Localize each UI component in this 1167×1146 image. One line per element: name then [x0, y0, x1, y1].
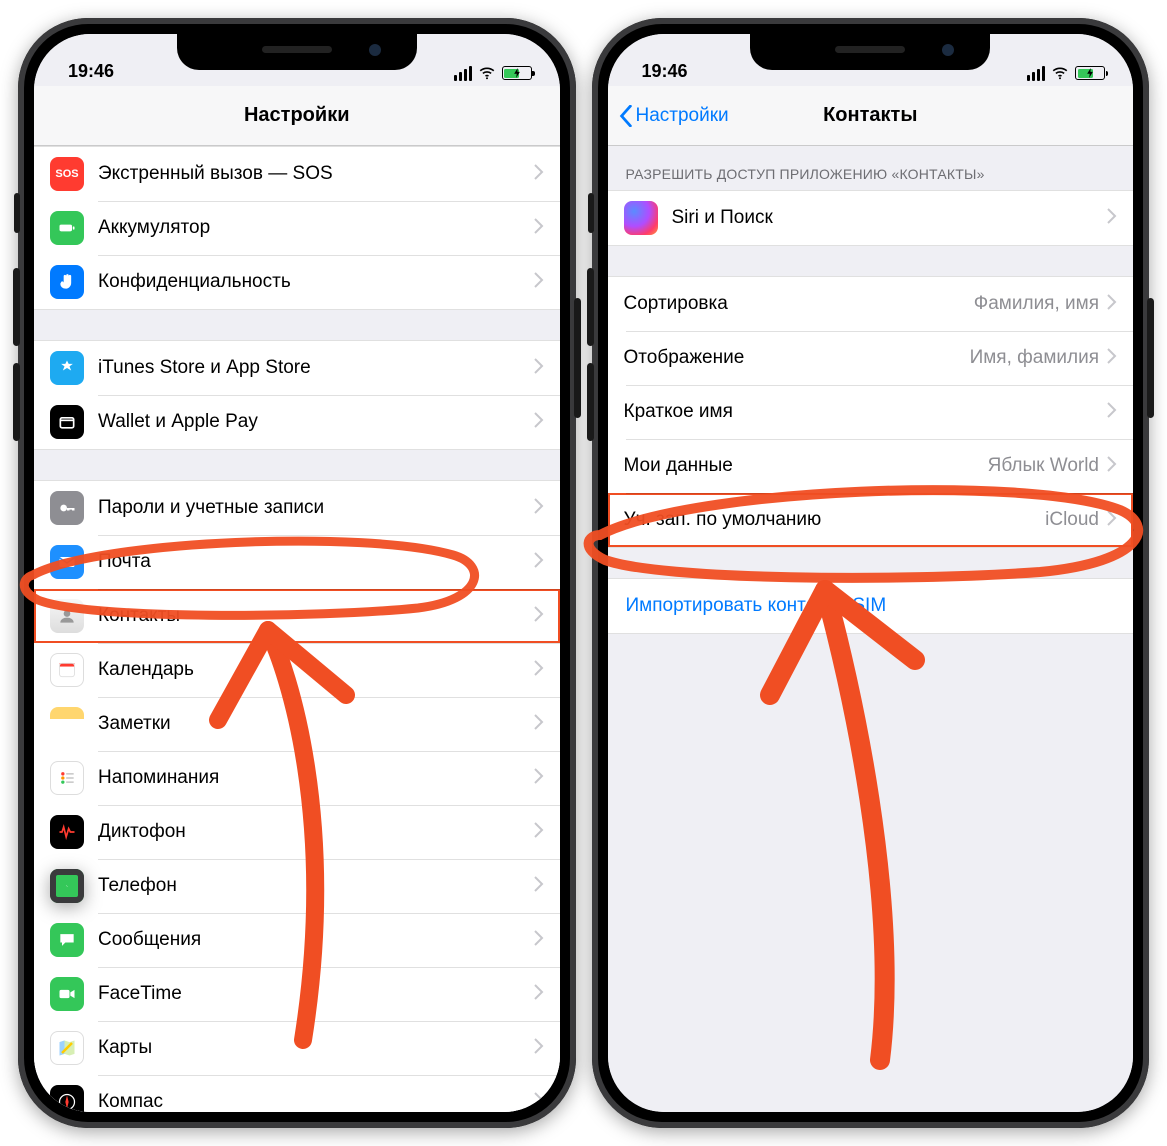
voice-memos-icon	[50, 815, 84, 849]
chevron-right-icon	[1107, 348, 1117, 369]
row-itunes-appstore[interactable]: iTunes Store и App Store	[34, 341, 560, 395]
row-notes[interactable]: Заметки	[34, 697, 560, 751]
mute-switch[interactable]	[588, 193, 594, 233]
notch	[750, 34, 990, 70]
row-messages[interactable]: Сообщения	[34, 913, 560, 967]
chevron-right-icon	[534, 768, 544, 789]
chevron-right-icon	[534, 218, 544, 239]
chevron-right-icon	[534, 498, 544, 519]
battery-icon	[502, 66, 532, 80]
row-my-info[interactable]: Мои данные Яблык World	[608, 439, 1134, 493]
messages-icon	[50, 923, 84, 957]
power-button[interactable]	[574, 298, 581, 418]
appstore-icon	[50, 351, 84, 385]
row-sort-order[interactable]: Сортировка Фамилия, имя	[608, 277, 1134, 331]
status-time: 19:46	[642, 61, 688, 82]
chevron-right-icon	[534, 930, 544, 951]
phone-left: 19:46 Настройки SOS Экстренный вызов — S…	[18, 18, 576, 1128]
row-calendar[interactable]: Календарь	[34, 643, 560, 697]
chevron-right-icon	[534, 876, 544, 897]
volume-down-button[interactable]	[587, 363, 594, 441]
compass-icon	[50, 1085, 84, 1112]
mail-icon	[50, 545, 84, 579]
row-mail[interactable]: Почта	[34, 535, 560, 589]
row-privacy[interactable]: Конфиденциальность	[34, 255, 560, 309]
chevron-right-icon	[1107, 208, 1117, 229]
siri-icon	[624, 201, 658, 235]
page-title: Контакты	[823, 104, 917, 127]
chevron-right-icon	[534, 822, 544, 843]
page-title: Настройки	[244, 104, 350, 127]
back-label: Настройки	[636, 105, 729, 127]
battery-settings-icon	[50, 211, 84, 245]
row-default-account[interactable]: Уч. зап. по умолчанию iCloud	[608, 493, 1134, 547]
chevron-right-icon	[534, 1038, 544, 1059]
wifi-icon	[478, 64, 496, 82]
phone-right: 19:46 Настройки Контакты РАЗРЕШИТЬ ДОСТУ…	[592, 18, 1150, 1128]
nav-bar: Настройки Контакты	[608, 86, 1134, 146]
status-time: 19:46	[68, 61, 114, 82]
mute-switch[interactable]	[14, 193, 20, 233]
row-siri-search[interactable]: Siri и Поиск	[608, 191, 1134, 245]
chevron-right-icon	[1107, 402, 1117, 423]
row-compass[interactable]: Компас	[34, 1075, 560, 1112]
chevron-right-icon	[534, 164, 544, 185]
row-contacts[interactable]: Контакты	[34, 589, 560, 643]
reminders-icon	[50, 761, 84, 795]
volume-up-button[interactable]	[13, 268, 20, 346]
volume-up-button[interactable]	[587, 268, 594, 346]
back-button[interactable]: Настройки	[618, 105, 729, 127]
nav-bar: Настройки	[34, 86, 560, 146]
key-icon	[50, 491, 84, 525]
chevron-right-icon	[534, 606, 544, 627]
notes-icon	[50, 707, 84, 741]
row-short-name[interactable]: Краткое имя	[608, 385, 1134, 439]
phone-icon	[50, 869, 84, 903]
row-display-order[interactable]: Отображение Имя, фамилия	[608, 331, 1134, 385]
row-wallet[interactable]: Wallet и Apple Pay	[34, 395, 560, 449]
chevron-right-icon	[534, 984, 544, 1005]
row-reminders[interactable]: Напоминания	[34, 751, 560, 805]
chevron-right-icon	[1107, 510, 1117, 531]
row-phone[interactable]: Телефон	[34, 859, 560, 913]
screen: 19:46 Настройки SOS Экстренный вызов — S…	[34, 34, 560, 1112]
row-facetime[interactable]: FaceTime	[34, 967, 560, 1021]
contacts-settings[interactable]: РАЗРЕШИТЬ ДОСТУП ПРИЛОЖЕНИЮ «КОНТАКТЫ» S…	[608, 146, 1134, 1112]
facetime-icon	[50, 977, 84, 1011]
notch	[177, 34, 417, 70]
chevron-right-icon	[1107, 294, 1117, 315]
chevron-right-icon	[534, 714, 544, 735]
battery-icon	[1075, 66, 1105, 80]
row-battery[interactable]: Аккумулятор	[34, 201, 560, 255]
chevron-right-icon	[1107, 456, 1117, 477]
chevron-right-icon	[534, 1092, 544, 1113]
screen: 19:46 Настройки Контакты РАЗРЕШИТЬ ДОСТУ…	[608, 34, 1134, 1112]
wallet-icon	[50, 405, 84, 439]
hand-icon	[50, 265, 84, 299]
chevron-right-icon	[534, 272, 544, 293]
row-maps[interactable]: Карты	[34, 1021, 560, 1075]
wifi-icon	[1051, 64, 1069, 82]
calendar-icon	[50, 653, 84, 687]
section-header: РАЗРЕШИТЬ ДОСТУП ПРИЛОЖЕНИЮ «КОНТАКТЫ»	[608, 146, 1134, 190]
row-import-sim[interactable]: Импортировать контакты SIM	[608, 579, 1134, 633]
chevron-right-icon	[534, 412, 544, 433]
maps-icon	[50, 1031, 84, 1065]
contacts-icon	[50, 599, 84, 633]
volume-down-button[interactable]	[13, 363, 20, 441]
cellular-icon	[1027, 66, 1045, 81]
sos-icon: SOS	[50, 157, 84, 191]
row-emergency-sos[interactable]: SOS Экстренный вызов — SOS	[34, 147, 560, 201]
row-voice-memos[interactable]: Диктофон	[34, 805, 560, 859]
chevron-right-icon	[534, 552, 544, 573]
power-button[interactable]	[1147, 298, 1154, 418]
row-passwords[interactable]: Пароли и учетные записи	[34, 481, 560, 535]
chevron-right-icon	[534, 660, 544, 681]
settings-list[interactable]: SOS Экстренный вызов — SOS Аккумулятор К…	[34, 146, 560, 1112]
cellular-icon	[454, 66, 472, 81]
chevron-right-icon	[534, 358, 544, 379]
